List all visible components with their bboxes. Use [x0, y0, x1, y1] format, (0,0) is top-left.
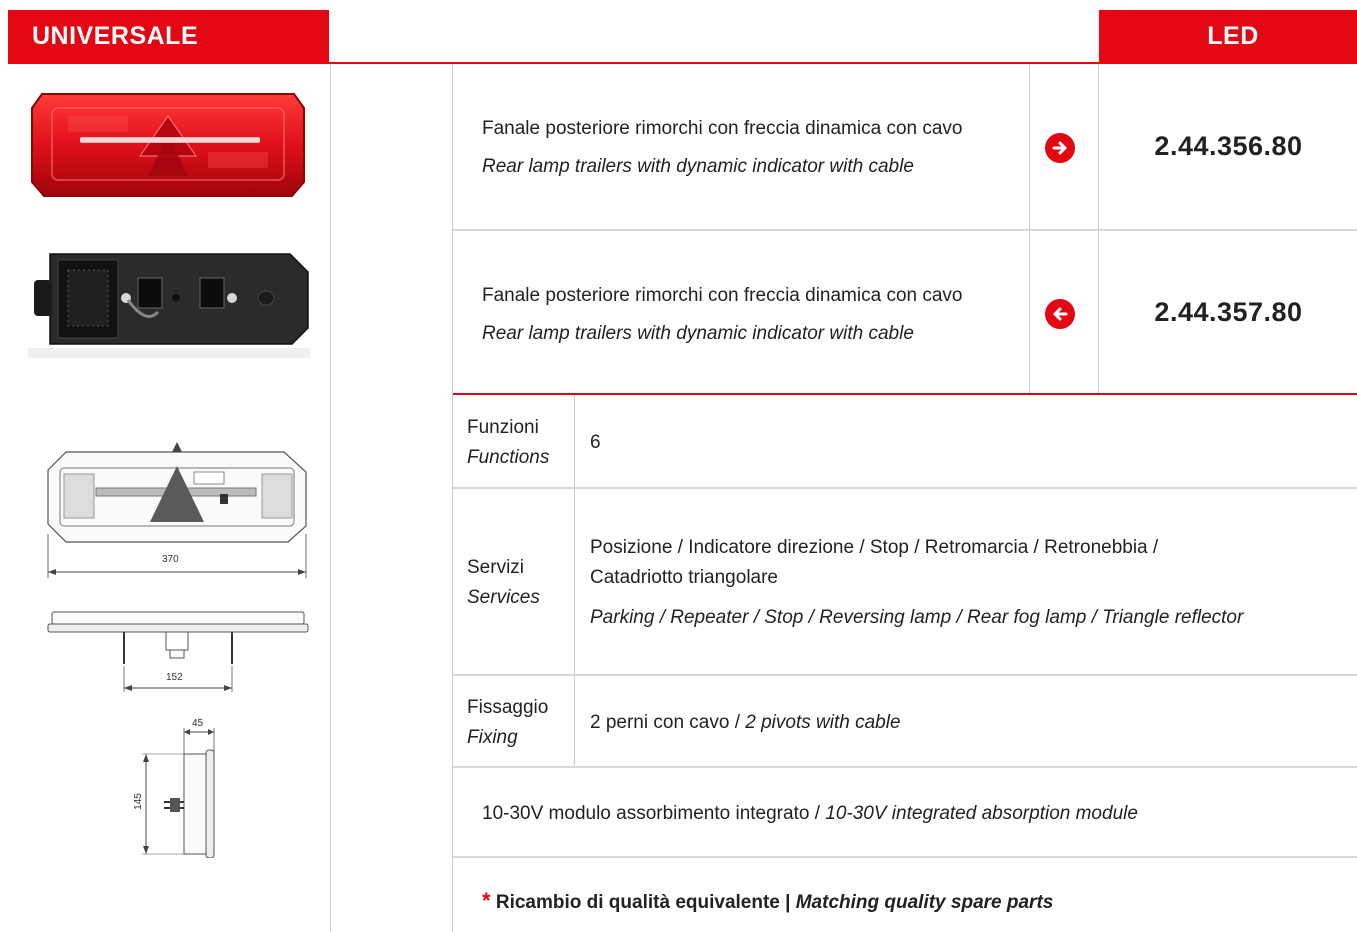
left-column-divider	[330, 64, 331, 932]
functions-label-it: Funzioni	[467, 417, 539, 438]
functions-label: Funzioni Functions	[467, 413, 549, 473]
technology-label: LED	[1207, 22, 1259, 50]
services-label-en: Services	[467, 587, 540, 608]
services-value-en: Parking / Repeater / Stop / Reversing la…	[590, 607, 1244, 628]
products-specs-rule	[453, 393, 1357, 395]
arrow-left-icon	[1045, 299, 1075, 329]
row-divider	[453, 766, 1357, 768]
fixing-label: Fissaggio Fixing	[467, 693, 548, 753]
services-label: Servizi Services	[467, 553, 540, 613]
services-value-it-line2: Catadriotto triangolare	[590, 567, 778, 588]
voltage-note-it: 10-30V modulo assorbimento integrato /	[482, 803, 820, 824]
row-divider	[453, 487, 1357, 489]
product-description-en: Rear lamp trailers with dynamic indicato…	[482, 323, 914, 344]
voltage-note: 10-30V modulo assorbimento integrato / 1…	[482, 799, 1138, 829]
services-label-it: Servizi	[467, 557, 525, 578]
services-value-it-line1: Posizione / Indicatore direzione / Stop …	[590, 537, 1159, 558]
table-left-border	[452, 64, 453, 932]
lamp-front-photo	[28, 86, 308, 202]
fixing-value-en: 2 pivots with cable	[745, 712, 901, 733]
category-header: UNIVERSALE	[8, 10, 329, 62]
height-dimension-label: 145	[132, 793, 144, 810]
fixing-label-it: Fissaggio	[467, 697, 549, 718]
product-description-it: Fanale posteriore rimorchi con freccia d…	[482, 118, 963, 139]
fixing-value-it: 2 perni con cavo /	[590, 712, 740, 733]
row-divider	[453, 229, 1357, 231]
category-label: UNIVERSALE	[32, 22, 199, 50]
fixing-value: 2 perni con cavo / 2 pivots with cable	[590, 708, 901, 738]
row-divider	[453, 856, 1357, 858]
spec-label-divider	[574, 395, 575, 766]
quality-note: * Ricambio di qualità equivalente | Matc…	[482, 886, 1053, 918]
lamp-rear-photo	[28, 240, 310, 358]
services-value: Posizione / Indicatore direzione / Stop …	[590, 533, 1243, 633]
width-dimension-label: 370	[162, 554, 179, 565]
fixing-label-en: Fixing	[467, 727, 518, 748]
product-2-description: Fanale posteriore rimorchi con freccia d…	[482, 281, 963, 349]
header-rule	[8, 62, 1357, 64]
voltage-note-en: 10-30V integrated absorption module	[825, 803, 1138, 824]
functions-value: 6	[590, 432, 601, 453]
arrow-right-icon	[1045, 133, 1075, 163]
side-view-drawing: 45 145	[130, 718, 230, 859]
product-description-it: Fanale posteriore rimorchi con freccia d…	[482, 285, 963, 306]
technology-header: LED	[1099, 10, 1357, 62]
pivot-dimension-label: 152	[166, 672, 183, 683]
quality-note-en: Matching quality spare parts	[795, 892, 1054, 913]
product-code: 2.44.357.80	[1154, 297, 1303, 327]
top-view-drawing: 152	[44, 608, 310, 694]
product-code: 2.44.356.80	[1154, 131, 1303, 161]
row-divider	[453, 674, 1357, 676]
asterisk-mark: *	[482, 888, 491, 913]
front-view-drawing: 370	[44, 438, 310, 580]
depth-dimension-label: 45	[192, 718, 204, 729]
quality-note-it: Ricambio di qualità equivalente |	[495, 892, 791, 913]
functions-label-en: Functions	[467, 447, 550, 468]
product-description-en: Rear lamp trailers with dynamic indicato…	[482, 156, 914, 177]
product-1-description: Fanale posteriore rimorchi con freccia d…	[482, 114, 963, 182]
